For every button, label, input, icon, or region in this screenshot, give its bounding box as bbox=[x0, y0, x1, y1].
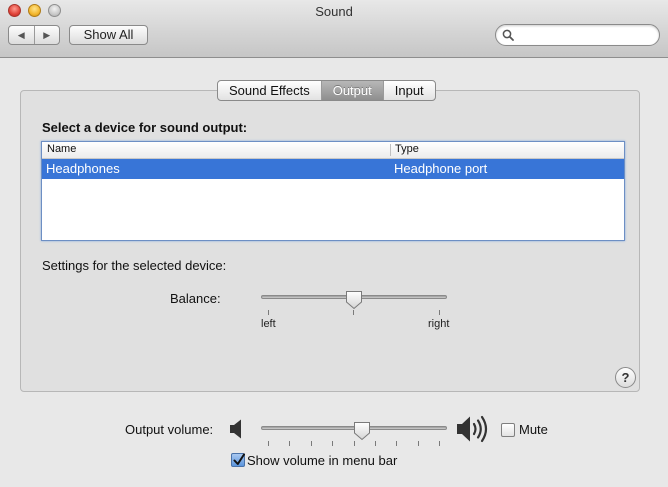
back-button[interactable]: ◀ bbox=[9, 26, 34, 44]
balance-left-label: left bbox=[261, 318, 276, 330]
speaker-muted-icon bbox=[230, 419, 241, 439]
column-divider bbox=[390, 144, 391, 156]
balance-slider-thumb[interactable] bbox=[345, 290, 363, 310]
volume-tick bbox=[289, 441, 291, 446]
mute-label[interactable]: Mute bbox=[519, 422, 548, 437]
help-icon: ? bbox=[621, 370, 630, 385]
chevron-right-icon: ▶ bbox=[43, 29, 51, 40]
tab-output[interactable]: Output bbox=[320, 81, 383, 100]
back-forward-control: ◀ ▶ bbox=[8, 25, 60, 45]
mute-checkbox[interactable] bbox=[501, 423, 515, 437]
table-header: Name Type bbox=[42, 142, 624, 159]
show-volume-label[interactable]: Show volume in menu bar bbox=[247, 453, 397, 468]
search-icon bbox=[502, 29, 514, 41]
output-volume-label: Output volume: bbox=[125, 422, 214, 437]
window-title: Sound bbox=[315, 4, 353, 19]
table-row[interactable]: Headphones Headphone port bbox=[42, 159, 624, 179]
chevron-left-icon: ◀ bbox=[17, 29, 25, 40]
output-group-box bbox=[20, 90, 640, 392]
balance-tick-left bbox=[268, 310, 269, 315]
balance-right-label: right bbox=[428, 318, 450, 330]
device-type-cell: Headphone port bbox=[394, 161, 488, 176]
title-toolbar: Sound ◀ ▶ Show All bbox=[0, 0, 668, 58]
preference-tabs: Sound Effects Output Input bbox=[217, 80, 436, 101]
help-button[interactable]: ? bbox=[615, 367, 636, 388]
show-all-button[interactable]: Show All bbox=[69, 25, 148, 45]
checkmark-icon bbox=[233, 453, 245, 465]
sound-preferences-window: Sound ◀ ▶ Show All Sound Effects Output … bbox=[0, 0, 668, 487]
output-device-table[interactable]: Name Type Headphones Headphone port bbox=[41, 141, 625, 241]
settings-label: Settings for the selected device: bbox=[42, 258, 227, 273]
tab-input[interactable]: Input bbox=[382, 81, 435, 100]
volume-tick bbox=[417, 441, 419, 446]
balance-tick-center bbox=[353, 310, 354, 315]
search-input[interactable] bbox=[495, 24, 660, 46]
device-name-cell: Headphones bbox=[46, 161, 120, 176]
balance-tick-right bbox=[439, 310, 440, 315]
volume-tick bbox=[310, 441, 312, 446]
tab-sound-effects[interactable]: Sound Effects bbox=[218, 81, 321, 100]
volume-tick bbox=[439, 441, 440, 446]
speaker-loud-icon bbox=[457, 415, 488, 443]
volume-tick bbox=[374, 441, 376, 446]
volume-tick bbox=[268, 441, 269, 446]
column-header-name[interactable]: Name bbox=[47, 143, 76, 155]
column-header-type[interactable]: Type bbox=[395, 143, 419, 155]
device-section-title: Select a device for sound output: bbox=[42, 120, 248, 135]
output-volume-slider-thumb[interactable] bbox=[353, 421, 371, 441]
balance-label: Balance: bbox=[170, 291, 221, 306]
volume-tick bbox=[396, 441, 398, 446]
volume-tick bbox=[332, 441, 334, 446]
volume-tick bbox=[353, 441, 355, 446]
forward-button[interactable]: ▶ bbox=[33, 26, 60, 44]
show-volume-checkbox[interactable] bbox=[231, 453, 245, 467]
